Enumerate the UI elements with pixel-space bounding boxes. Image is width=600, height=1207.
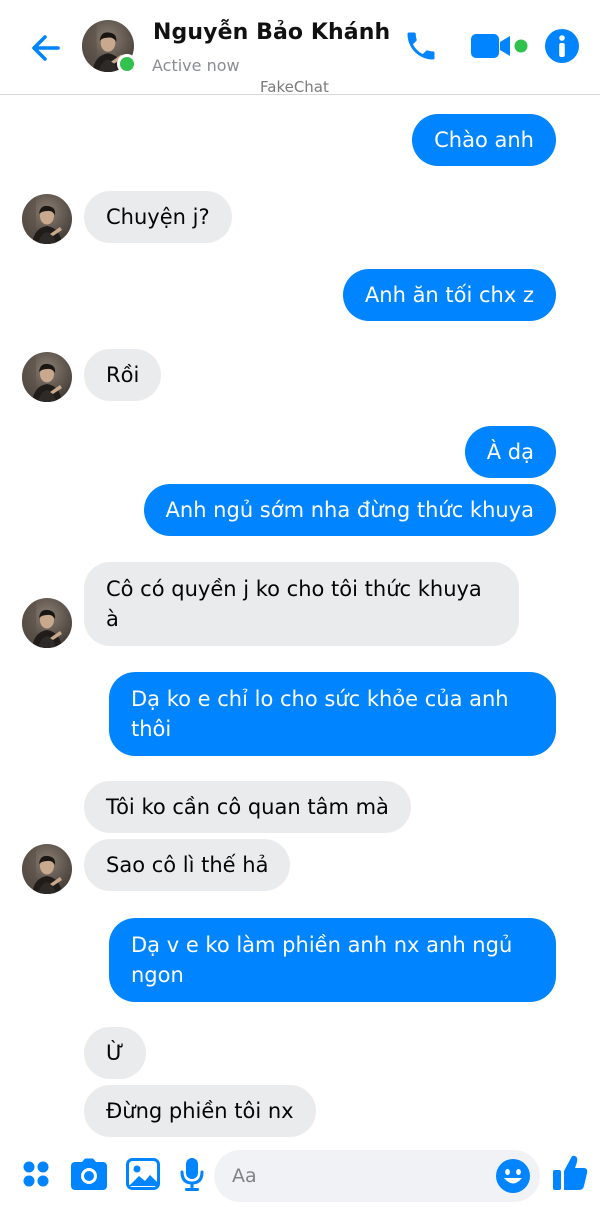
menu-dots-icon [23, 1161, 49, 1187]
avatar-image [22, 352, 72, 402]
message-bubble[interactable]: Rồi [84, 349, 162, 401]
online-indicator [117, 54, 137, 74]
avatar-image [22, 598, 72, 648]
voice-clip-button[interactable] [172, 1154, 212, 1194]
message-bubble[interactable]: Dạ v e ko làm phiền anh nx anh ngủ ngon [109, 918, 556, 1002]
back-button[interactable] [26, 28, 66, 68]
contact-name[interactable]: Nguyễn Bảo Khánh [153, 20, 390, 45]
more-actions-button[interactable] [16, 1154, 56, 1194]
message-bubble[interactable]: Cô có quyền j ko cho tôi thức khuya à [84, 562, 519, 646]
message-bubble[interactable]: Anh ngủ sớm nha đừng thức khuya [143, 484, 556, 536]
video-camera-icon [471, 34, 528, 58]
message-bubble[interactable]: À dạ [464, 426, 556, 478]
microphone-icon [180, 1158, 204, 1191]
message-bubble[interactable]: Tôi ko cần cô quan tâm mà [84, 781, 411, 833]
message-bubble[interactable]: Dạ ko e chỉ lo cho sức khỏe của anh thôi [109, 672, 556, 756]
info-icon [545, 29, 579, 63]
message-bubble[interactable]: Anh ăn tối chx z [342, 269, 556, 321]
video-call-button[interactable] [470, 26, 532, 66]
watermark: FakeChat [260, 78, 329, 96]
message-input[interactable] [232, 1160, 492, 1192]
emoji-icon [496, 1159, 530, 1193]
conversation-header: Nguyễn Bảo Khánh Active now FakeChat [0, 0, 600, 96]
image-icon [126, 1158, 160, 1190]
camera-icon [71, 1158, 107, 1190]
camera-button[interactable] [69, 1154, 109, 1194]
emoji-button[interactable] [494, 1157, 532, 1195]
thumbs-up-icon [553, 1155, 588, 1190]
avatar-image [22, 194, 72, 244]
phone-icon [407, 32, 435, 60]
message-avatar[interactable] [22, 352, 72, 402]
message-avatar[interactable] [22, 194, 72, 244]
info-button[interactable] [542, 26, 582, 66]
message-bubble[interactable]: Chuyện j? [84, 191, 232, 243]
message-bubble[interactable]: Chào anh [412, 114, 556, 166]
active-status: Active now [152, 56, 240, 75]
message-thread[interactable]: Chào anh Chuyện j? Anh ăn tối chx z Rồi … [0, 96, 600, 1144]
message-avatar[interactable] [22, 598, 72, 648]
back-arrow-icon [32, 35, 60, 61]
message-bubble[interactable]: Đừng phiền tôi nx [84, 1085, 316, 1137]
gallery-button[interactable] [123, 1154, 163, 1194]
contact-avatar[interactable] [82, 20, 137, 74]
message-composer [0, 1144, 600, 1207]
like-button[interactable] [550, 1153, 590, 1193]
message-bubble[interactable]: Sao cô lì thế hả [84, 839, 291, 891]
avatar-image [22, 844, 72, 894]
message-avatar[interactable] [22, 844, 72, 894]
voice-call-button[interactable] [400, 26, 442, 66]
message-bubble[interactable]: Ừ [84, 1027, 147, 1079]
message-input-container [214, 1150, 540, 1202]
